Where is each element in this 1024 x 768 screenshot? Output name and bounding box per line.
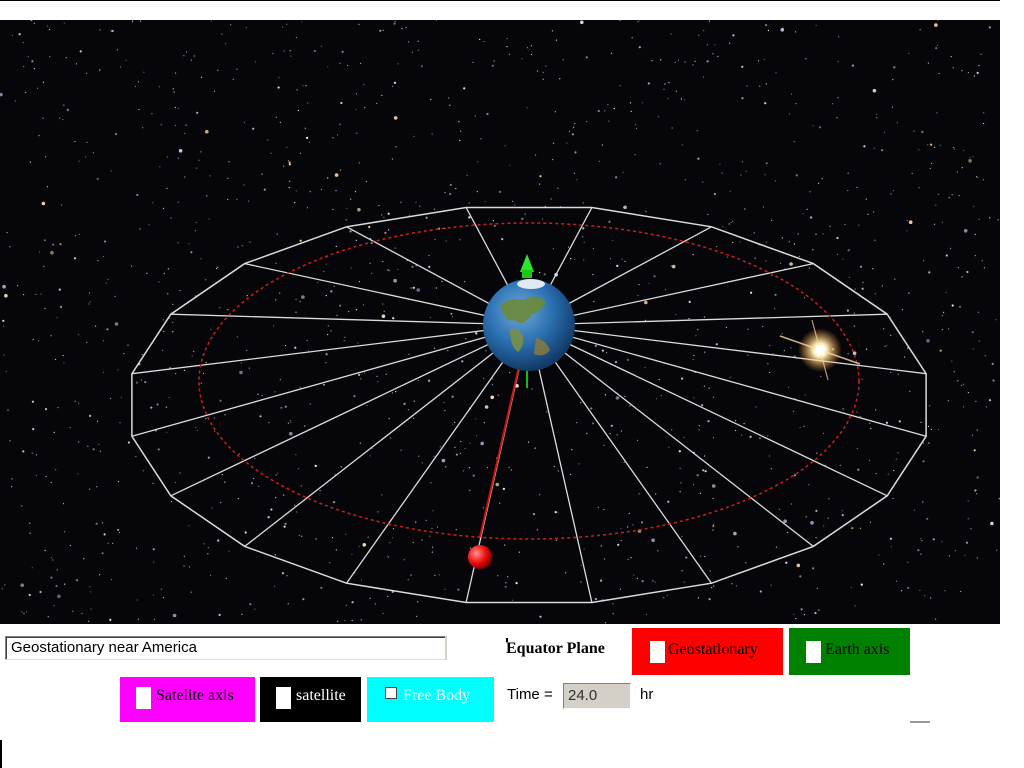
geostationary-toggle[interactable]: Geostationary <box>632 628 783 675</box>
satellite-checkbox[interactable] <box>276 687 291 709</box>
earth-axis-label: Earth axis <box>825 641 890 658</box>
geostationary-checkbox[interactable] <box>650 641 665 663</box>
equator-plane-label: Equator Plane <box>506 640 605 657</box>
resize-mark <box>910 721 930 723</box>
top-border <box>0 0 1000 1</box>
free-body-toggle[interactable]: Free Body <box>367 677 494 722</box>
earth-globe <box>483 279 575 371</box>
satellite-axis-label: Satelite axis <box>156 687 234 704</box>
scene-canvas[interactable] <box>0 20 1000 624</box>
earth-axis-checkbox[interactable] <box>806 641 821 663</box>
preset-select[interactable]: Geostationary near America <box>5 636 446 660</box>
time-unit: hr <box>640 686 654 703</box>
sun-flare <box>779 319 861 381</box>
page-edge-mark <box>0 740 5 768</box>
earth-axis-toggle[interactable]: Earth axis <box>789 628 910 675</box>
free-body-checkbox[interactable] <box>385 687 397 699</box>
time-label: Time = <box>507 686 553 703</box>
free-body-label: Free Body <box>403 687 471 704</box>
satellite-toggle[interactable]: satellite <box>260 677 361 722</box>
geostationary-label: Geostationary <box>668 641 758 658</box>
simulation-view[interactable] <box>0 20 1000 624</box>
satellite-label: satellite <box>296 687 346 704</box>
preset-select-edge <box>445 636 447 660</box>
satellite-axis-checkbox[interactable] <box>136 687 151 709</box>
satellite-marker[interactable] <box>468 545 492 569</box>
satellite-axis-toggle[interactable]: Satelite axis <box>120 677 255 722</box>
time-field[interactable]: 24.0 <box>563 683 631 709</box>
